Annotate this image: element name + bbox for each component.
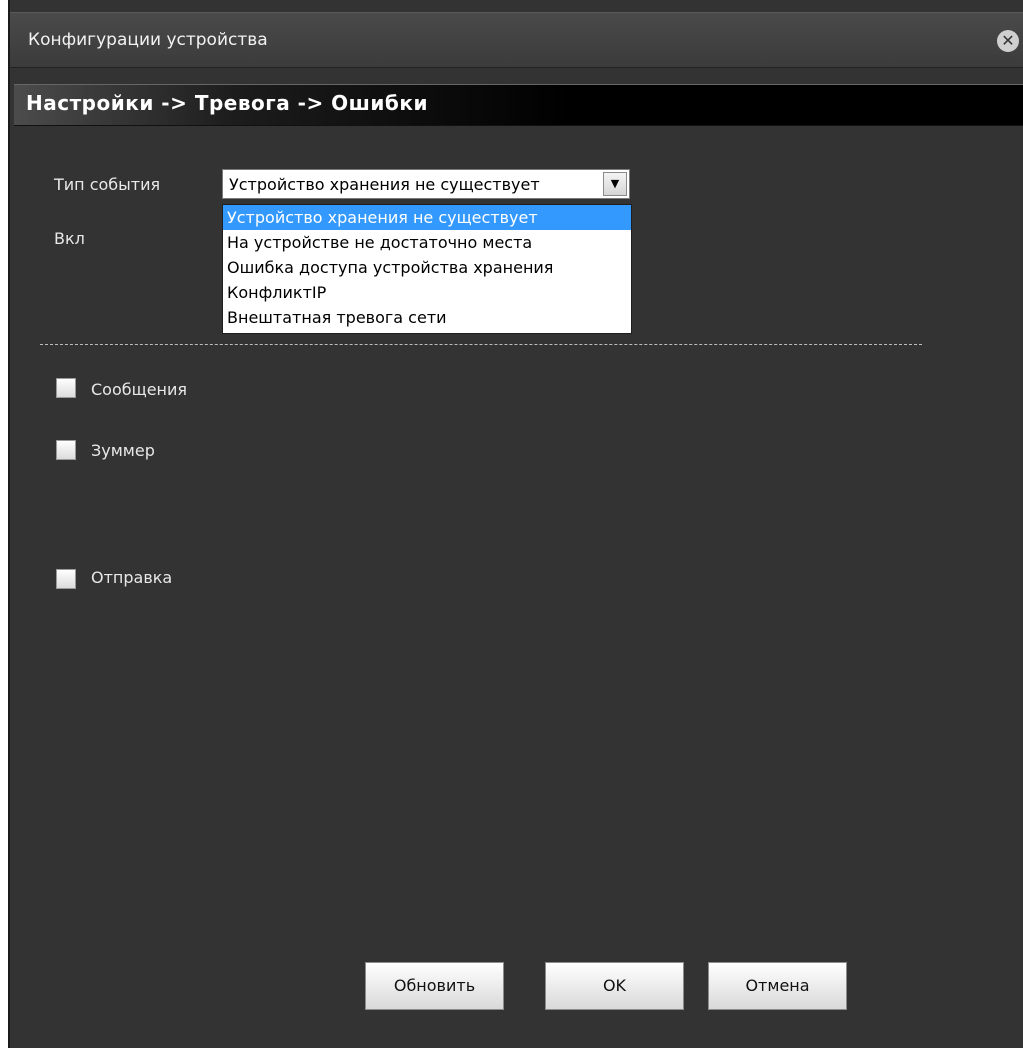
event-type-select[interactable]: Устройство хранения не существует ▼ [222, 169, 630, 199]
dropdown-option-network-alarm[interactable]: Внештатная тревога сети [223, 305, 631, 330]
refresh-button[interactable]: Обновить [365, 962, 504, 1010]
event-type-dropdown-list: Устройство хранения не существует На уст… [222, 204, 632, 334]
event-type-label: Тип события [54, 175, 161, 194]
section-divider [40, 344, 922, 345]
dropdown-option-ip-conflict[interactable]: КонфликтIP [223, 280, 631, 305]
dropdown-option-storage-access-error[interactable]: Ошибка доступа устройства хранения [223, 255, 631, 280]
buzzer-label: Зуммер [91, 441, 155, 460]
cancel-button[interactable]: Отмена [708, 962, 847, 1010]
event-type-value: Устройство хранения не существует [229, 175, 540, 194]
ok-button[interactable]: OK [545, 962, 684, 1010]
breadcrumb-bar: Настройки -> Тревога -> Ошибки [14, 84, 1023, 126]
title-bar: Конфигурации устройства [10, 12, 1023, 68]
dropdown-option-no-space[interactable]: На устройстве не достаточно места [223, 230, 631, 255]
send-label: Отправка [91, 568, 173, 587]
close-icon[interactable]: ✕ [997, 30, 1019, 52]
config-window: Конфигурации устройства Настройки -> Тре… [8, 0, 1023, 1048]
buzzer-checkbox[interactable] [56, 440, 76, 460]
window-title: Конфигурации устройства [28, 30, 268, 50]
send-checkbox[interactable] [56, 569, 76, 589]
enable-label: Вкл [54, 229, 85, 248]
chevron-down-icon[interactable]: ▼ [603, 172, 627, 196]
messages-label: Сообщения [91, 380, 188, 399]
dropdown-option-storage-missing[interactable]: Устройство хранения не существует [223, 205, 631, 230]
breadcrumb: Настройки -> Тревога -> Ошибки [26, 91, 428, 115]
messages-checkbox[interactable] [56, 378, 76, 398]
